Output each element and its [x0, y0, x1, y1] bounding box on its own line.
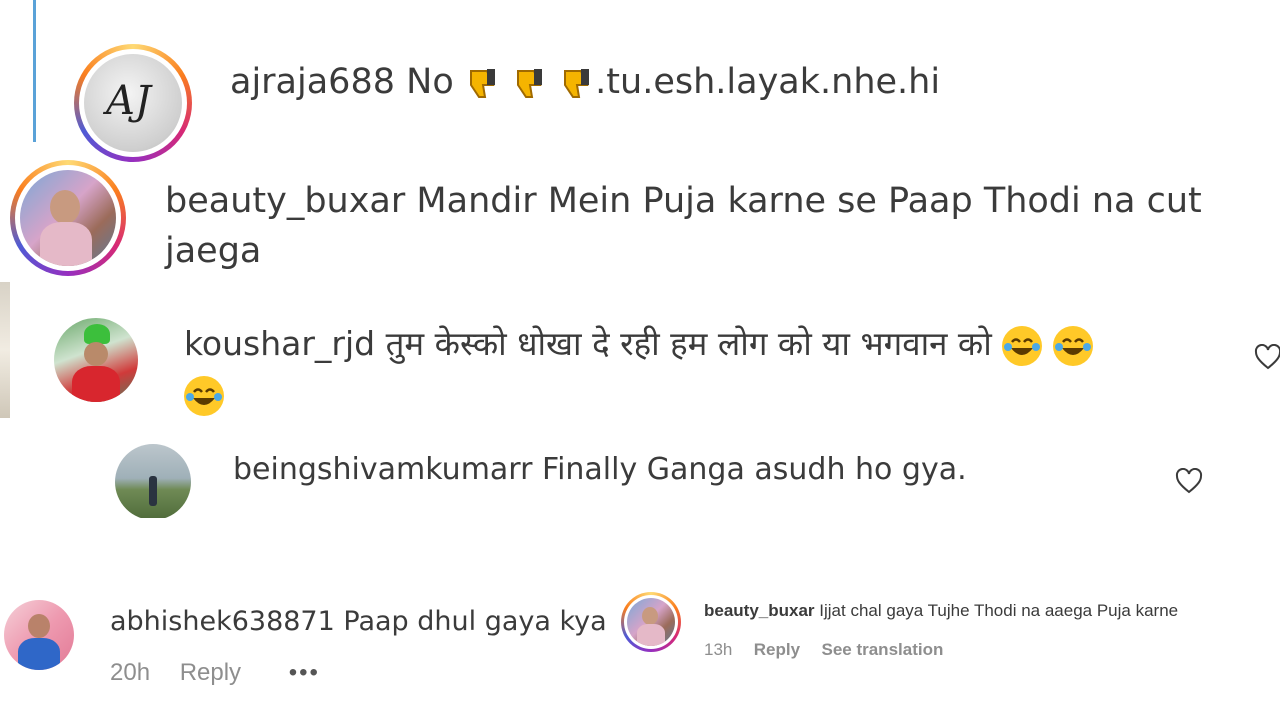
comment-body: beauty_buxar Mandir Mein Puja karne se P…: [165, 176, 1265, 276]
heart-icon[interactable]: [1254, 344, 1280, 370]
username[interactable]: koushar_rjd: [184, 324, 375, 363]
avatar[interactable]: [54, 318, 138, 402]
face-with-tears-of-joy-icon: [184, 375, 224, 416]
face-with-tears-of-joy-icon: [1002, 325, 1043, 366]
heart-icon[interactable]: [1175, 468, 1203, 494]
comment-beauty-buxar-2: beauty_buxar Ijjat chal gaya Tujhe Thodi…: [610, 585, 1280, 675]
thumbs-down-icon: [559, 65, 595, 101]
comment-text-after: .tu.esh.layak.nhe.hi: [595, 62, 941, 102]
comment-body: koushar_rjd तुम केस्को धोखा दे रही हम लो…: [184, 320, 1224, 418]
comment-ajraja688: AJ ajraja688 No .tu.esh.layak.nhe.hi: [0, 0, 1280, 162]
comment-beingshivamkumarr: beingshivamkumarr Finally Ganga asudh ho…: [0, 418, 1280, 518]
avatar: AJ: [84, 54, 182, 152]
avatar[interactable]: [4, 600, 74, 670]
comment-text: Mandir Mein Puja karne se Paap Thodi na …: [416, 181, 1202, 221]
comment-koushar-rjd: koushar_rjd तुम केस्को धोखा दे रही हम लो…: [0, 282, 1280, 418]
avatar-ring[interactable]: [10, 160, 126, 276]
username[interactable]: beingshivamkumarr: [233, 452, 532, 487]
avatar: [627, 598, 675, 646]
thumbs-down-icon: [512, 65, 548, 101]
comment-text: तुम केस्को धोखा दे रही हम लोग को या भगवा…: [385, 324, 992, 363]
username[interactable]: beauty_buxar: [704, 601, 815, 620]
thumbs-down-icon: [465, 65, 501, 101]
comment-beauty-buxar: beauty_buxar Mandir Mein Puja karne se P…: [0, 142, 1280, 282]
face-with-tears-of-joy-icon: [1052, 325, 1093, 366]
avatar: [20, 170, 116, 266]
username[interactable]: abhishek638871: [110, 606, 335, 637]
thread-line: [33, 0, 36, 142]
comment-text: Paap dhul gaya kya: [343, 606, 607, 637]
username[interactable]: ajraja688: [230, 62, 395, 102]
avatar-ring[interactable]: [621, 592, 681, 652]
edge-strip: [0, 282, 10, 418]
avatar[interactable]: [115, 444, 191, 518]
avatar-initials: AJ: [106, 78, 151, 124]
comment-abhishek638871: abhishek638871 Paap dhul gaya kya 20h Re…: [0, 590, 607, 700]
timestamp: 13h: [704, 640, 733, 659]
reply-button[interactable]: Reply: [180, 659, 241, 686]
see-translation-button[interactable]: See translation: [821, 640, 943, 659]
username[interactable]: beauty_buxar: [165, 181, 405, 221]
comment-text: Finally Ganga asudh ho gya.: [542, 452, 967, 487]
comment-text-cont: jaega: [165, 231, 262, 271]
more-options-button[interactable]: •••: [289, 659, 320, 686]
reply-button[interactable]: Reply: [754, 640, 800, 659]
comment-text: Ijjat chal gaya Tujhe Thodi na aaega Puj…: [819, 601, 1179, 620]
comment-text: No: [406, 62, 454, 102]
timestamp: 20h: [110, 659, 151, 686]
